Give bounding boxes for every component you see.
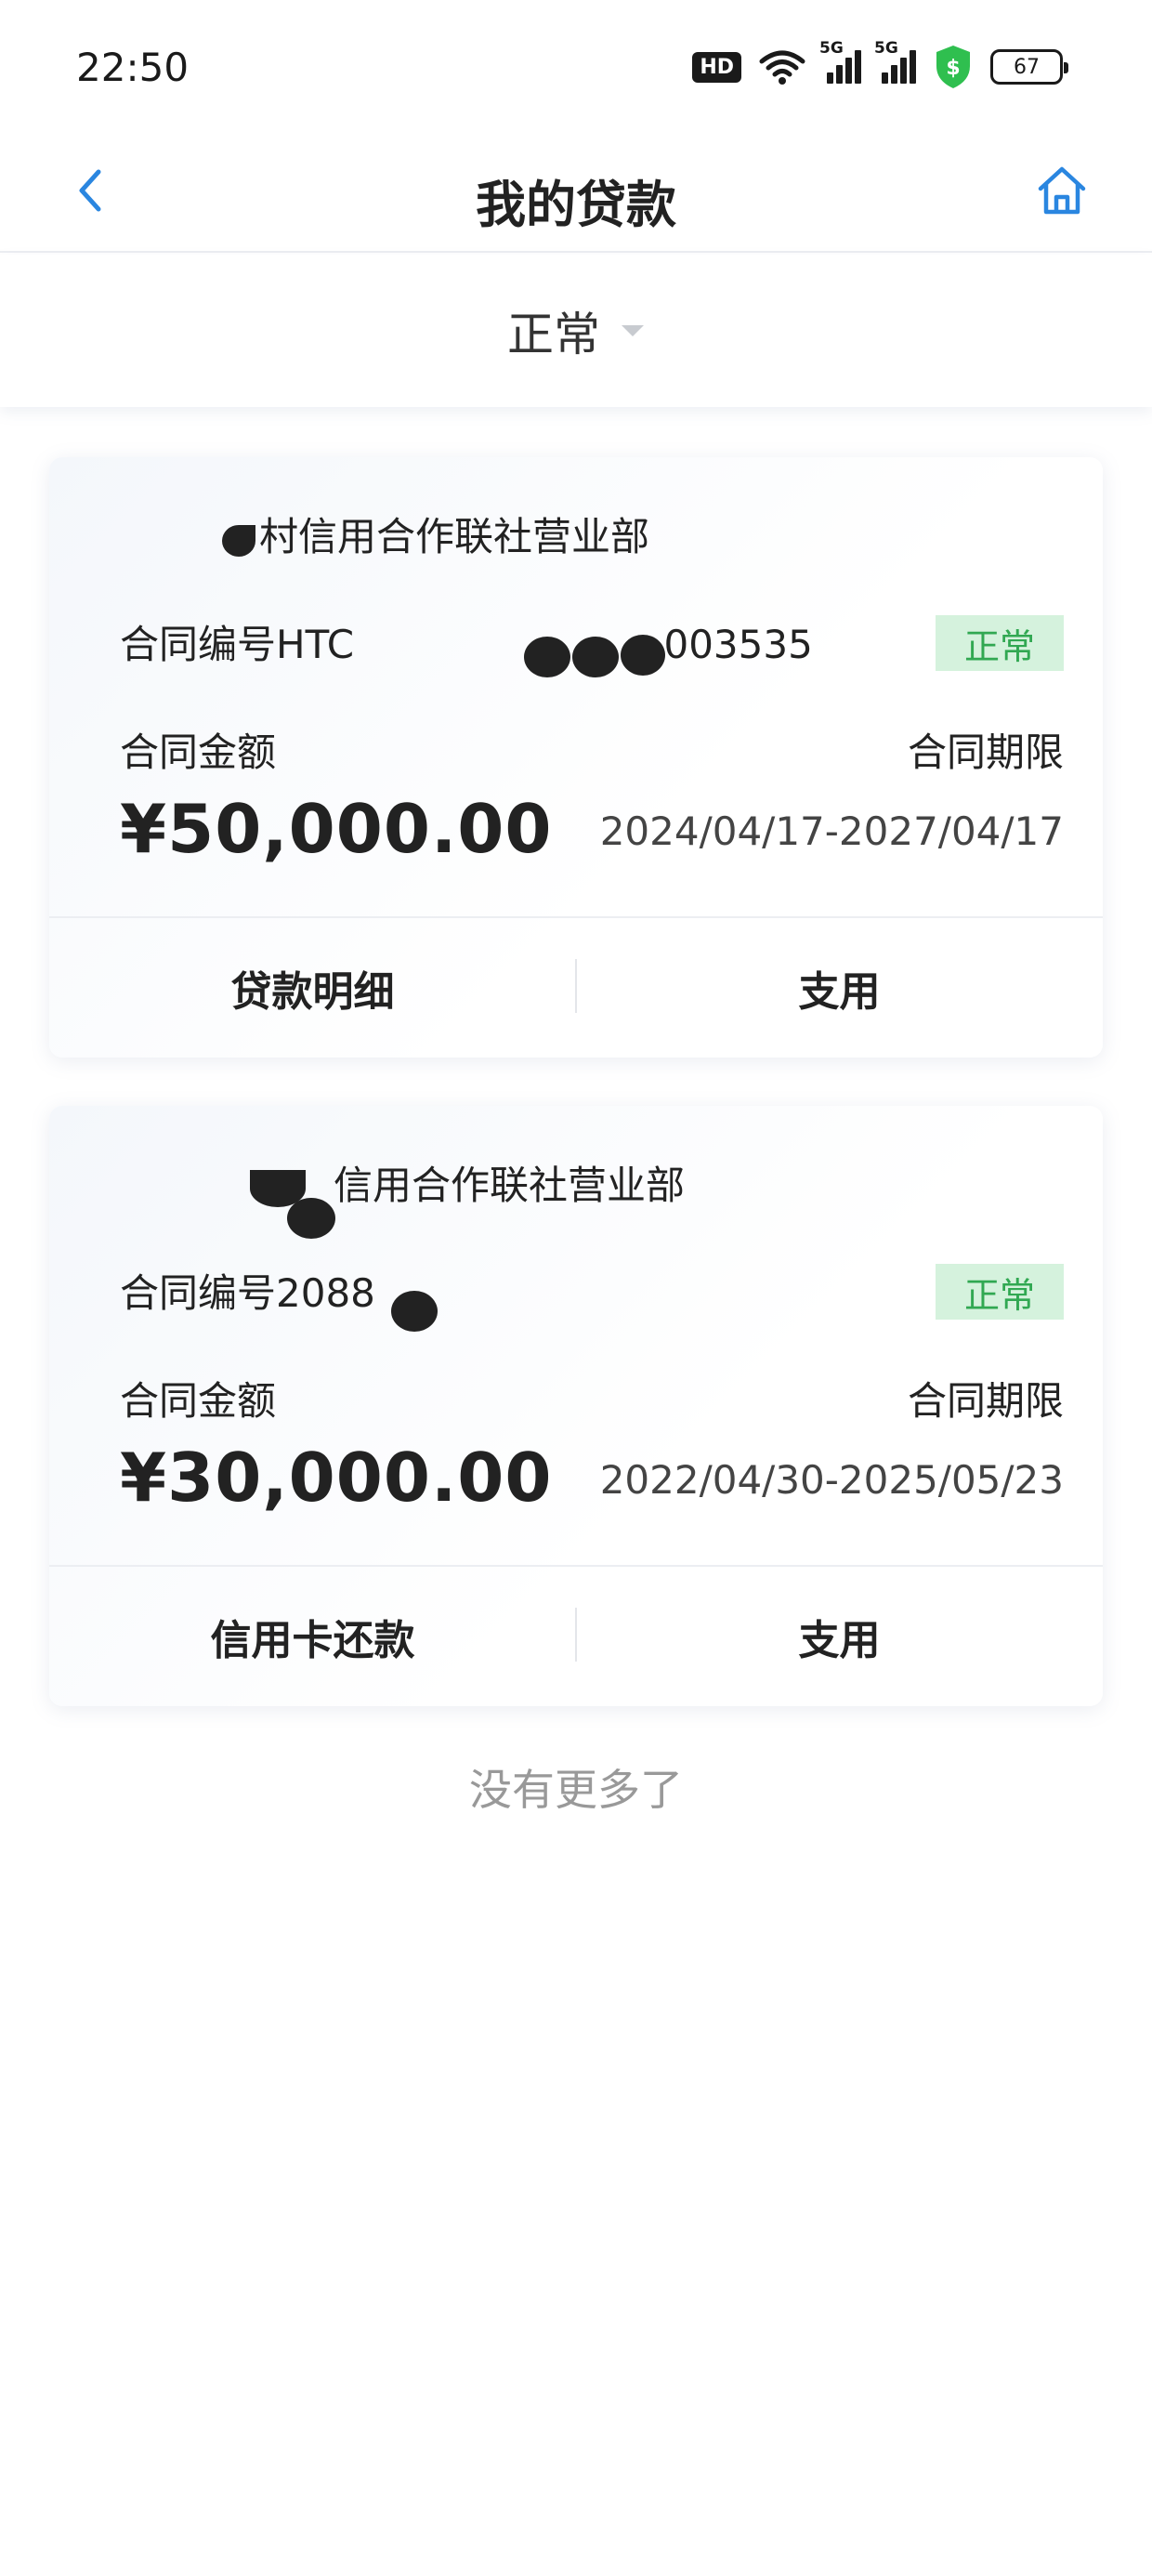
redaction-mark [120, 1169, 335, 1239]
contract-term: 2022/04/30-2025/05/23 [599, 1457, 1064, 1503]
signal-5g-icon-2: 5G [874, 39, 916, 84]
contract-amount: ¥50,000.00 [120, 790, 553, 868]
home-button[interactable] [1020, 149, 1104, 232]
status-time: 22:50 [76, 45, 190, 90]
status-filter-bar: 正常 [0, 255, 1152, 407]
redaction-mark [366, 629, 666, 677]
contract-amount: ¥30,000.00 [120, 1439, 553, 1517]
bank-name: 信用合作联社营业部 [120, 1154, 685, 1239]
amount-label: 合同金额 [120, 729, 277, 775]
contract-term: 2024/04/17-2027/04/17 [599, 808, 1064, 854]
status-filter-dropdown[interactable]: 正常 [507, 297, 645, 364]
security-shield-icon: $ [936, 46, 970, 88]
signal-5g-icon-1: 5G [819, 39, 861, 84]
term-label: 合同期限 [907, 1378, 1064, 1424]
svg-text:$: $ [946, 57, 960, 80]
loan-card: 村信用合作联社营业部 合同编号HTC 003535 正常 合同金额 合同期限 ¥… [49, 457, 1103, 1058]
term-label: 合同期限 [907, 729, 1064, 775]
redaction-mark [120, 521, 259, 559]
bank-name: 村信用合作联社营业部 [120, 506, 649, 562]
no-more-hint: 没有更多了 [469, 1765, 683, 1815]
page-title: 我的贷款 [476, 176, 676, 234]
contract-number: 合同编号2088 [120, 1262, 452, 1332]
status-bar: 22:50 HD 5G 5G $ 67 [0, 0, 1152, 130]
wifi-icon [759, 50, 805, 85]
title-bar: 我的贷款 [0, 130, 1152, 253]
caret-down-icon [622, 325, 644, 336]
contract-number: 合同编号HTC 003535 [120, 613, 813, 677]
status-badge: 正常 [936, 1264, 1064, 1320]
home-icon [1038, 166, 1086, 215]
loan-list: 村信用合作联社营业部 合同编号HTC 003535 正常 合同金额 合同期限 ¥… [0, 407, 1152, 2576]
redaction-mark [387, 1278, 452, 1332]
hd-voice-icon: HD [692, 51, 741, 83]
drawdown-button[interactable]: 支用 [576, 918, 1103, 1058]
status-icons: HD 5G 5G $ 67 [692, 39, 1068, 91]
status-badge: 正常 [936, 615, 1064, 671]
battery-icon: 67 [990, 49, 1068, 85]
credit-card-repay-button[interactable]: 信用卡还款 [49, 1567, 576, 1706]
drawdown-button[interactable]: 支用 [576, 1567, 1103, 1706]
loan-card: 信用合作联社营业部 合同编号2088 正常 合同金额 合同期限 ¥30,000.… [49, 1106, 1103, 1706]
loan-detail-button[interactable]: 贷款明细 [49, 918, 576, 1058]
status-filter-value: 正常 [507, 308, 600, 361]
amount-label: 合同金额 [120, 1378, 277, 1424]
